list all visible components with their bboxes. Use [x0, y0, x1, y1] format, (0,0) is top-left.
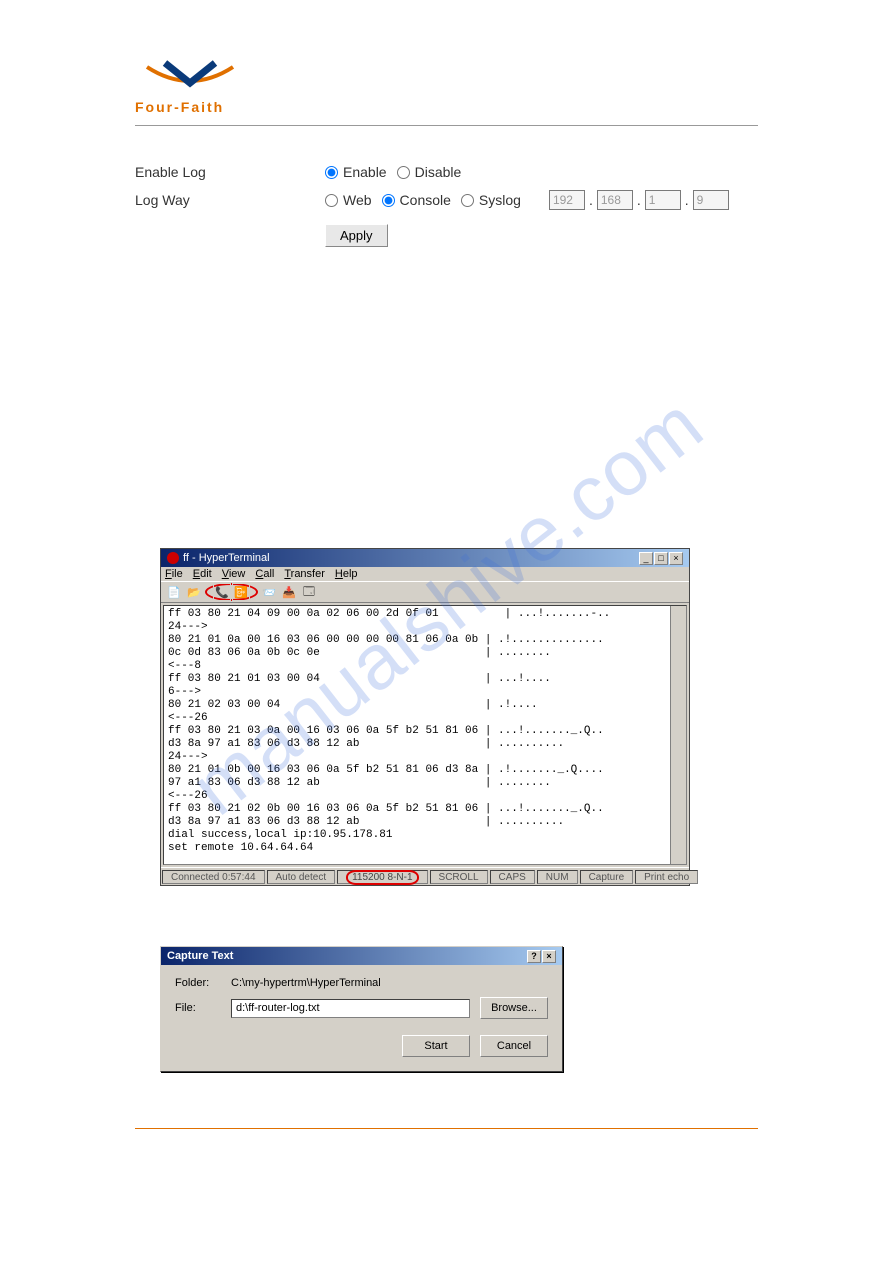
- logo-brand-text: Four-Faith: [135, 99, 224, 115]
- enable-option-label: Enable: [343, 164, 387, 180]
- menu-file[interactable]: File: [165, 568, 183, 580]
- browse-button[interactable]: Browse...: [480, 997, 548, 1019]
- dialog-title-bar[interactable]: Capture Text ? ×: [161, 947, 562, 965]
- footer-rule: [135, 1128, 758, 1129]
- highlighted-toolbar-group: 📞 📴: [205, 583, 258, 601]
- log-way-syslog-radio[interactable]: [461, 194, 474, 207]
- app-icon: [167, 552, 179, 564]
- start-button[interactable]: Start: [402, 1035, 470, 1057]
- window-title: ff - HyperTerminal: [183, 552, 270, 564]
- status-bar: Connected 0:57:44 Auto detect 115200 8-N…: [161, 867, 689, 885]
- minimize-button[interactable]: _: [639, 552, 653, 565]
- window-title-bar[interactable]: ff - HyperTerminal _ □ ×: [161, 549, 689, 567]
- log-way-label: Log Way: [135, 192, 325, 208]
- four-faith-logo-icon: [135, 55, 245, 99]
- hyperterminal-window: ff - HyperTerminal _ □ × File Edit View …: [160, 548, 690, 886]
- status-detect: Auto detect: [267, 870, 336, 884]
- ip-octet-3[interactable]: [645, 190, 681, 210]
- enable-log-label: Enable Log: [135, 164, 325, 180]
- ip-octet-1[interactable]: [549, 190, 585, 210]
- logo-header: Four-Faith: [135, 55, 758, 126]
- file-label: File:: [175, 1002, 231, 1014]
- enable-log-disable-radio[interactable]: [397, 166, 410, 179]
- receive-icon[interactable]: 📥: [280, 583, 298, 601]
- status-caps: CAPS: [490, 870, 535, 884]
- status-print: Print echo: [635, 870, 698, 884]
- cancel-button[interactable]: Cancel: [480, 1035, 548, 1057]
- connect-icon[interactable]: 📞: [213, 583, 231, 601]
- menu-help[interactable]: Help: [335, 568, 358, 580]
- ip-octet-4[interactable]: [693, 190, 729, 210]
- disconnect-icon[interactable]: 📴: [232, 583, 250, 601]
- tool-bar: 📄 📂 📞 📴 📨 📥 🗔: [161, 581, 689, 603]
- web-option-label: Web: [343, 192, 372, 208]
- ip-octet-2[interactable]: [597, 190, 633, 210]
- vertical-scrollbar[interactable]: [670, 606, 686, 864]
- menu-view[interactable]: View: [222, 568, 246, 580]
- folder-value: C:\my-hypertrm\HyperTerminal: [231, 977, 381, 989]
- status-capture: Capture: [580, 870, 634, 884]
- menu-bar: File Edit View Call Transfer Help: [161, 567, 689, 581]
- dialog-close-button[interactable]: ×: [542, 950, 556, 963]
- menu-call[interactable]: Call: [255, 568, 274, 580]
- dialog-title: Capture Text: [167, 950, 233, 962]
- log-way-web-radio[interactable]: [325, 194, 338, 207]
- log-form: Enable Log Enable Disable Log Way Web Co…: [135, 164, 758, 247]
- new-file-icon[interactable]: 📄: [165, 583, 183, 601]
- menu-transfer[interactable]: Transfer: [284, 568, 325, 580]
- open-file-icon[interactable]: 📂: [185, 583, 203, 601]
- properties-icon[interactable]: 🗔: [300, 583, 318, 601]
- status-connected: Connected 0:57:44: [162, 870, 265, 884]
- disable-option-label: Disable: [415, 164, 462, 180]
- syslog-option-label: Syslog: [479, 192, 521, 208]
- dialog-help-button[interactable]: ?: [527, 950, 541, 963]
- terminal-output[interactable]: ff 03 80 21 04 09 00 0a 02 06 00 2d 0f 0…: [163, 605, 687, 865]
- send-icon[interactable]: 📨: [260, 583, 278, 601]
- folder-label: Folder:: [175, 977, 231, 989]
- status-scroll: SCROLL: [430, 870, 488, 884]
- status-num: NUM: [537, 870, 578, 884]
- terminal-text: ff 03 80 21 04 09 00 0a 02 06 00 2d 0f 0…: [164, 606, 686, 857]
- status-baud: 115200 8-N-1: [337, 870, 427, 884]
- baud-highlight: 115200 8-N-1: [346, 870, 418, 885]
- console-option-label: Console: [400, 192, 451, 208]
- maximize-button[interactable]: □: [654, 552, 668, 565]
- enable-log-enable-radio[interactable]: [325, 166, 338, 179]
- menu-edit[interactable]: Edit: [193, 568, 212, 580]
- apply-button[interactable]: Apply: [325, 224, 388, 247]
- file-input[interactable]: [231, 999, 470, 1018]
- log-way-console-radio[interactable]: [382, 194, 395, 207]
- capture-text-dialog: Capture Text ? × Folder: C:\my-hypertrm\…: [160, 946, 563, 1072]
- close-button[interactable]: ×: [669, 552, 683, 565]
